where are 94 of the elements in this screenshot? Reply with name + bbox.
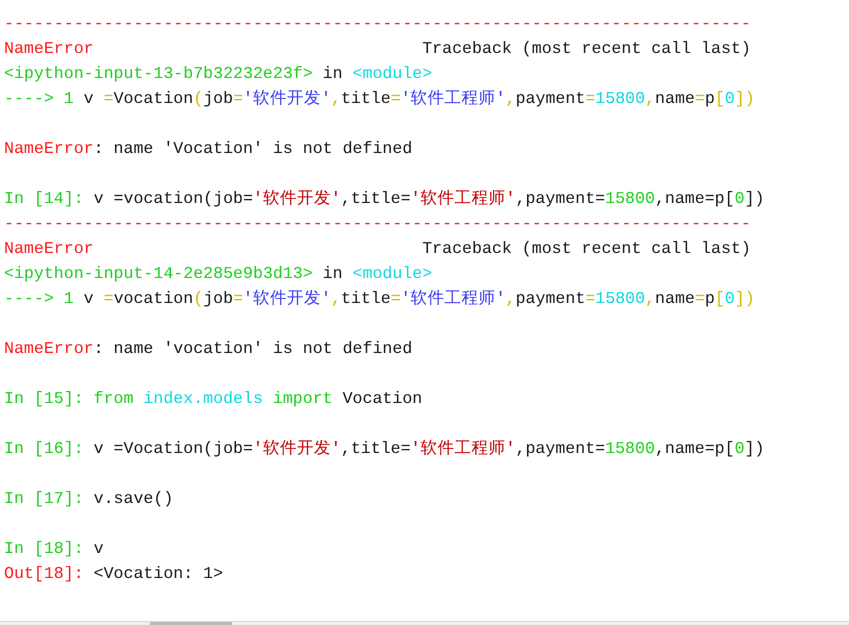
error-text: Out[18]:: [4, 563, 85, 585]
string-literal: '软件开发': [243, 88, 331, 110]
string-literal: '软件工程师': [410, 188, 516, 210]
keyword-text: from: [94, 388, 134, 410]
code-text: ,name=p[: [654, 188, 735, 210]
punctuation-text: =: [104, 288, 114, 310]
prompt-text: <ipython-input-13-b7b32232e23f>: [4, 63, 313, 85]
error-text: ---------------------------------------------------------------------------: [4, 213, 751, 235]
code-text: v: [84, 288, 95, 310]
code-text: title: [340, 288, 391, 310]
prompt-text: In [14]:: [4, 188, 85, 210]
code-text: ,name=p[: [654, 438, 735, 460]
code-text: v.save(): [94, 488, 174, 510]
code-text: : name 'vocation' is not defined: [94, 338, 412, 360]
number-literal: 0: [724, 88, 735, 110]
code-text: <Vocation: 1>: [94, 563, 224, 585]
punctuation-text: ,: [330, 288, 341, 310]
keyword-text: import: [272, 388, 334, 410]
code-text: name: [655, 288, 695, 310]
string-literal: '软件开发': [252, 438, 341, 460]
punctuation-text: ]): [734, 88, 755, 110]
string-literal: '软件开发': [243, 288, 331, 310]
number-literal: 15800: [605, 438, 655, 460]
string-literal: '软件工程师': [410, 438, 516, 460]
punctuation-text: =: [694, 88, 705, 110]
code-text: title: [340, 88, 391, 110]
scrollbar-thumb[interactable]: [150, 622, 232, 625]
punctuation-text: [: [714, 288, 725, 310]
code-text: payment: [516, 288, 586, 310]
code-text: : name 'Vocation' is not defined: [94, 138, 412, 160]
error-text: ---------------------------------------------------------------------------: [4, 13, 751, 35]
error-text: NameError: [4, 138, 94, 160]
code-text: job: [203, 288, 234, 310]
punctuation-text: ,: [506, 88, 516, 110]
number-literal: 15800: [595, 288, 646, 310]
error-text: NameError: [4, 38, 94, 60]
code-text: v =vocation(job=: [94, 188, 253, 210]
module-name: <module>: [352, 63, 432, 85]
code-text: Vocation: [342, 388, 422, 410]
punctuation-text: [: [714, 88, 725, 110]
code-text: in: [322, 263, 344, 285]
punctuation-text: =: [585, 88, 596, 110]
punctuation-text: =: [390, 288, 401, 310]
punctuation-text: =: [694, 288, 705, 310]
punctuation-text: ,: [506, 288, 516, 310]
number-literal: 0: [734, 438, 745, 460]
code-text: v =Vocation(job=: [94, 438, 253, 460]
code-text: payment: [516, 88, 586, 110]
punctuation-text: =: [233, 288, 244, 310]
code-text: ]): [744, 188, 764, 210]
code-text: ,title=: [340, 438, 411, 460]
code-text: vocation: [114, 288, 194, 310]
error-text: NameError: [4, 238, 94, 260]
number-literal: 15800: [605, 188, 655, 210]
punctuation-text: ,: [645, 288, 656, 310]
punctuation-text: ]): [734, 288, 755, 310]
code-text: in: [322, 63, 344, 85]
prompt-text: <ipython-input-14-2e285e9b3d13>: [4, 263, 313, 285]
code-text: ,title=: [340, 188, 411, 210]
prompt-text: In [17]:: [4, 488, 85, 510]
prompt-text: ----> 1: [4, 288, 75, 310]
punctuation-text: =: [233, 88, 244, 110]
code-text: Traceback (most recent call last): [422, 238, 751, 260]
code-text: job: [203, 88, 234, 110]
punctuation-text: (: [193, 288, 204, 310]
number-literal: 15800: [595, 88, 646, 110]
prompt-text: In [15]:: [4, 388, 85, 410]
number-literal: 0: [724, 288, 735, 310]
punctuation-text: =: [390, 88, 401, 110]
module-name: <module>: [352, 263, 432, 285]
string-literal: '软件开发': [252, 188, 341, 210]
code-text: name: [655, 88, 695, 110]
code-text: ,payment=: [516, 438, 606, 460]
punctuation-text: (: [193, 88, 204, 110]
error-text: NameError: [4, 338, 94, 360]
code-text: ]): [744, 438, 764, 460]
prompt-text: In [16]:: [4, 438, 85, 460]
code-text: Vocation: [114, 88, 194, 110]
punctuation-text: ,: [330, 88, 341, 110]
punctuation-text: ,: [645, 88, 656, 110]
code-text: ,payment=: [516, 188, 606, 210]
code-text: p: [704, 288, 715, 310]
prompt-text: In [18]:: [4, 538, 85, 560]
punctuation-text: =: [104, 88, 114, 110]
prompt-text: ----> 1: [4, 88, 75, 110]
code-text: p: [704, 88, 715, 110]
string-literal: '软件工程师': [400, 288, 506, 310]
punctuation-text: =: [585, 288, 596, 310]
code-text: Traceback (most recent call last): [422, 38, 751, 60]
number-literal: 0: [734, 188, 745, 210]
module-name: index.models: [143, 388, 264, 410]
code-text: v: [84, 88, 95, 110]
code-text: v: [94, 538, 104, 560]
string-literal: '软件工程师': [400, 88, 506, 110]
